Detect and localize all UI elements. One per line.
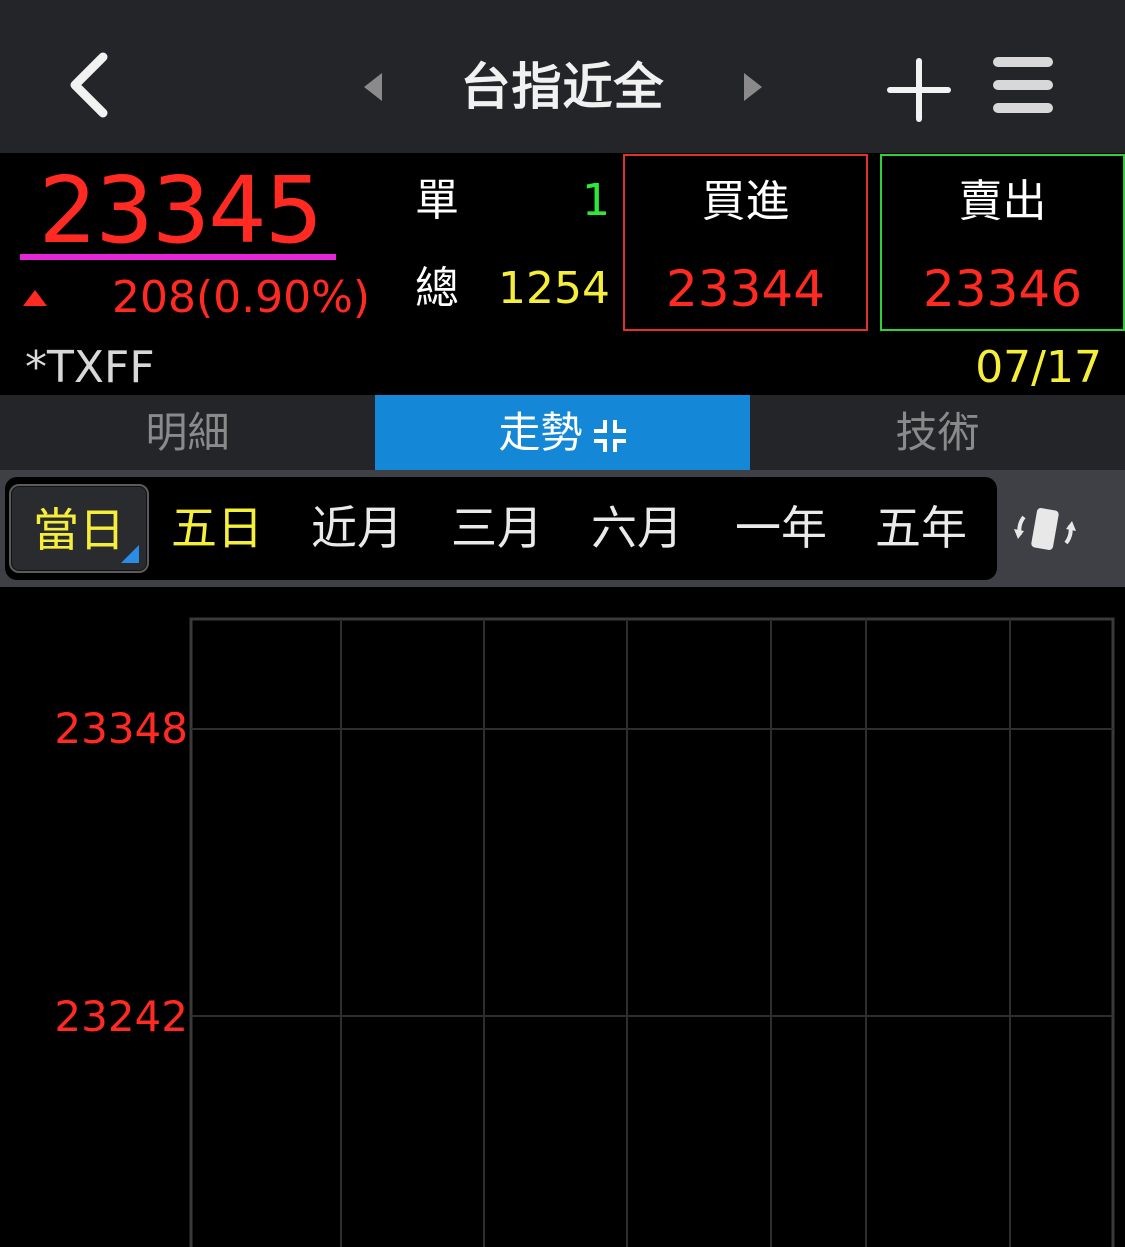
tab-details[interactable]: 明細 <box>0 395 375 470</box>
period-today[interactable]: 當日 <box>9 484 149 573</box>
period-six-month[interactable]: 六月 <box>571 484 703 573</box>
period-today-label: 當日 <box>33 503 125 557</box>
symbol-code: *TXFF <box>25 342 155 393</box>
period-five-day-label: 五日 <box>171 501 263 555</box>
page-title: 台指近全 <box>460 58 665 116</box>
period-three-month[interactable]: 三月 <box>431 484 563 573</box>
price-underline <box>20 254 336 260</box>
period-one-month[interactable]: 近月 <box>291 484 423 573</box>
up-triangle-icon <box>23 290 47 306</box>
buy-label: 買進 <box>701 176 790 227</box>
y-tick-label: 23348 <box>54 704 188 753</box>
tab-details-label: 明細 <box>145 408 230 457</box>
top-bar: 台指近全 <box>0 0 1125 153</box>
sell-label: 賣出 <box>958 176 1047 227</box>
quote-panel: 23345 208(0.90%) 單 1 總 1254 買進 23344 賣出 … <box>0 153 1125 443</box>
tab-trend-label: 走勢 <box>498 408 583 457</box>
tab-technical-label: 技術 <box>895 408 980 457</box>
period-five-year[interactable]: 五年 <box>853 484 989 573</box>
back-chevron-icon[interactable] <box>55 45 125 125</box>
period-three-month-label: 三月 <box>451 501 543 555</box>
tab-technical[interactable]: 技術 <box>750 395 1125 470</box>
period-six-month-label: 六月 <box>591 501 683 555</box>
buy-button[interactable]: 買進 23344 <box>623 154 868 331</box>
chart-grid <box>189 617 1115 1247</box>
total-volume-label: 總 <box>415 263 459 314</box>
selected-corner-icon <box>121 545 139 563</box>
total-volume-value: 1254 <box>498 263 610 314</box>
hamburger-menu-icon[interactable] <box>990 52 1056 118</box>
single-volume-label: 單 <box>415 175 459 226</box>
y-tick-label: 23242 <box>54 992 188 1041</box>
view-tabs: 明細 走勢 技術 <box>0 395 1125 470</box>
intraday-chart[interactable]: 23348 23242 <box>0 587 1125 1247</box>
sell-button[interactable]: 賣出 23346 <box>880 154 1125 331</box>
period-one-month-label: 近月 <box>311 501 403 555</box>
rotate-screen-icon[interactable] <box>1010 505 1080 555</box>
single-volume-value: 1 <box>582 175 610 226</box>
collapse-icon[interactable] <box>593 419 627 453</box>
period-selector: 當日 五日 近月 三月 六月 一年 五年 <box>0 470 1125 587</box>
last-price: 23345 <box>38 157 324 264</box>
triangle-left-icon[interactable] <box>358 70 388 104</box>
price-change: 208(0.90%) <box>112 272 371 323</box>
period-bar: 當日 五日 近月 三月 六月 一年 五年 <box>5 477 997 580</box>
tab-trend[interactable]: 走勢 <box>375 395 750 470</box>
period-one-year[interactable]: 一年 <box>713 484 849 573</box>
period-five-year-label: 五年 <box>875 501 967 555</box>
period-five-day[interactable]: 五日 <box>151 484 283 573</box>
plus-icon[interactable] <box>884 55 954 125</box>
period-one-year-label: 一年 <box>735 501 827 555</box>
buy-price: 23344 <box>665 260 826 318</box>
sell-price: 23346 <box>922 260 1083 318</box>
triangle-right-icon[interactable] <box>738 70 768 104</box>
